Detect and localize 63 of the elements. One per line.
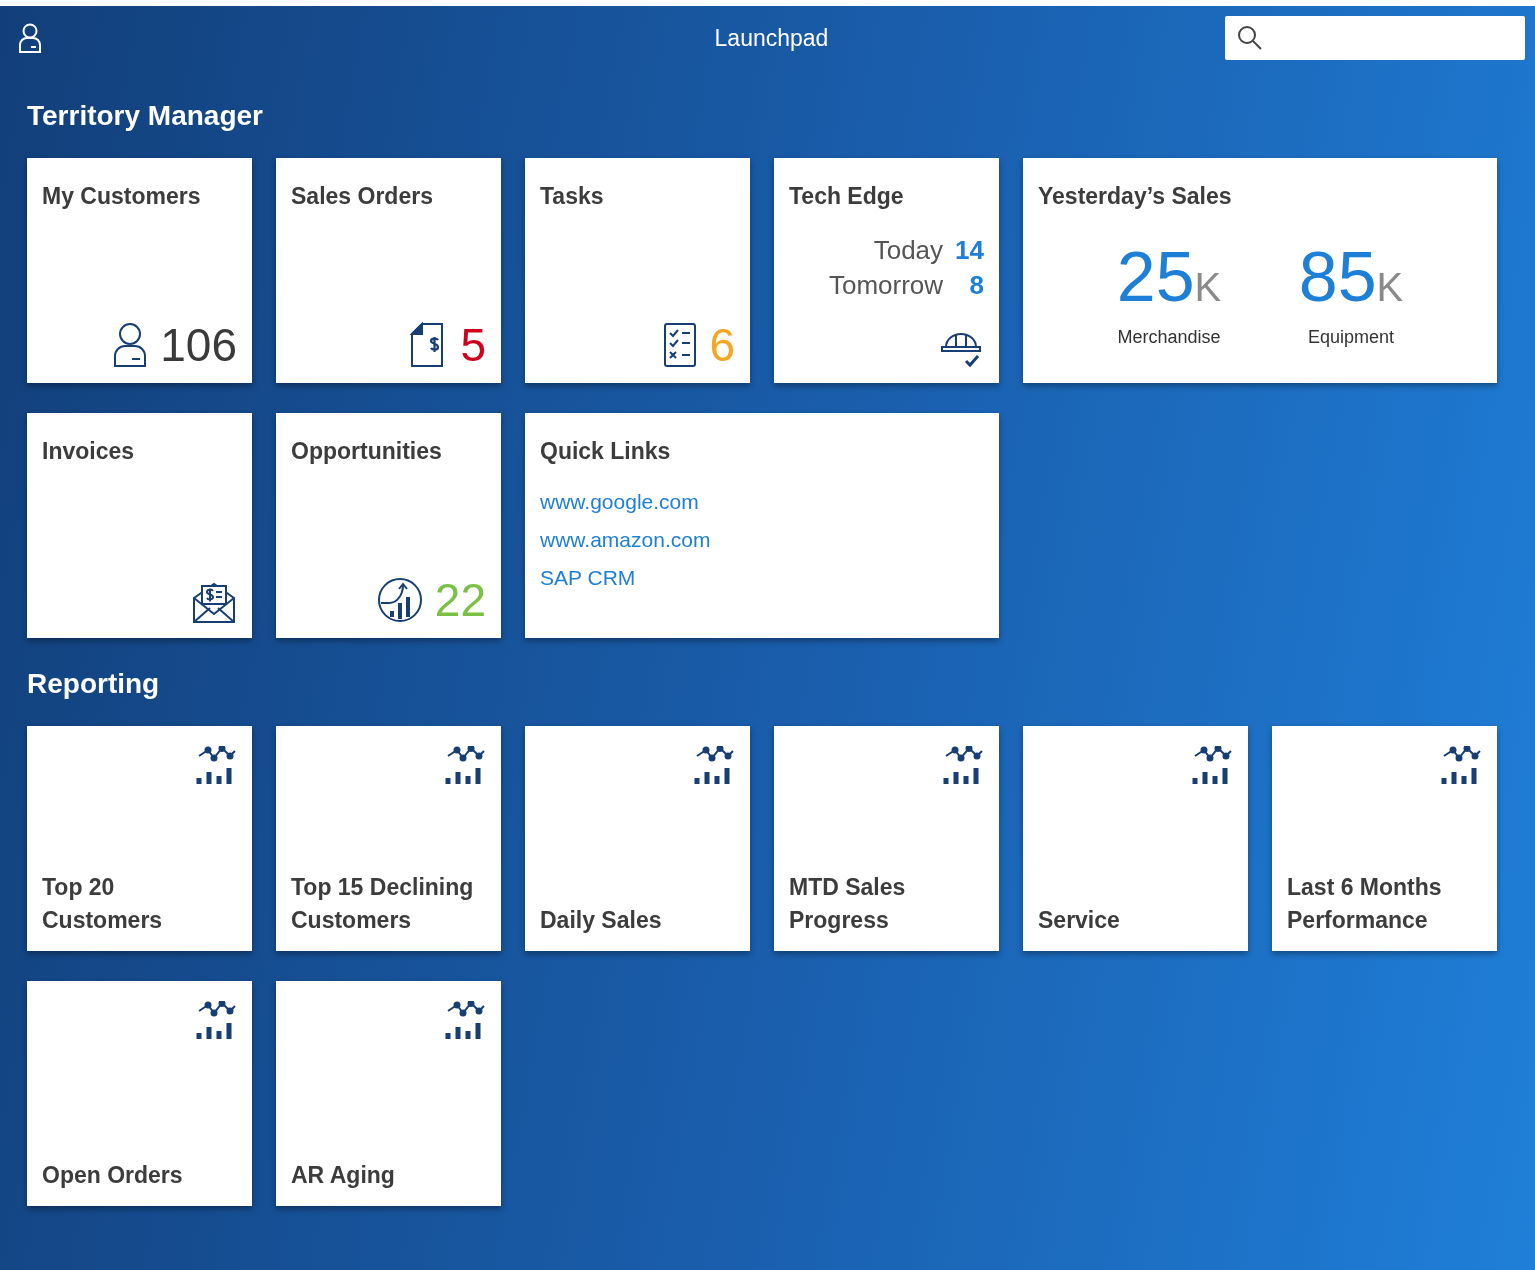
report-chart-icon (1191, 746, 1233, 786)
search-icon (1237, 25, 1263, 51)
schedule-label: Today (872, 235, 944, 266)
tile-title: Top 15 Declining Customers (291, 873, 475, 935)
user-icon[interactable] (18, 23, 42, 53)
tile[interactable]: Tasks 6 (525, 158, 750, 383)
quick-link[interactable]: www.google.com (540, 490, 699, 514)
report-chart-icon (195, 746, 237, 786)
report-tile[interactable]: MTD Sales Progress (774, 726, 999, 951)
tile-title: AR Aging (291, 1161, 396, 1190)
person-icon (112, 322, 149, 368)
tile-title: Tasks (540, 182, 605, 211)
figure-label: Equipment (1307, 327, 1395, 348)
section-title: Territory Manager (27, 99, 264, 133)
report-tile[interactable]: Top 20 Customers (27, 726, 252, 951)
figure-label: Merchandise (1117, 327, 1221, 348)
report-chart-icon (942, 746, 984, 786)
count-value: 106 (160, 321, 237, 369)
tile-title: My Customers (42, 182, 202, 211)
report-tile[interactable]: Service (1023, 726, 1248, 951)
count-value: 5 (460, 321, 486, 369)
checklist-icon (663, 322, 698, 368)
report-tile[interactable]: Daily Sales (525, 726, 750, 951)
section-title: Reporting (27, 667, 161, 701)
tile-title: Opportunities (291, 437, 443, 466)
report-chart-icon (444, 746, 486, 786)
count-value: 6 (709, 321, 735, 369)
report-chart-icon (1440, 746, 1482, 786)
tile[interactable]: Sales Orders 5 (276, 158, 501, 383)
growth-chart-icon (376, 577, 423, 623)
schedule-count: 14 (955, 235, 984, 266)
report-chart-icon (195, 1001, 237, 1041)
sales-figure: 25K (1116, 241, 1222, 318)
tile-title: Top 20 Customers (42, 873, 164, 935)
quick-link[interactable]: SAP CRM (540, 566, 636, 590)
tile-title: Daily Sales (540, 906, 663, 935)
sales-figure: 85K (1298, 241, 1404, 318)
report-tile[interactable]: Top 15 Declining Customers (276, 726, 501, 951)
tile-title: MTD Sales Progress (789, 873, 907, 935)
tile[interactable]: Yesterday’s Sales 25K Merchandise 85K Equipment (1023, 158, 1497, 383)
tile-title: Service (1038, 906, 1121, 935)
tile-title: Sales Orders (291, 182, 434, 211)
tile-title: Last 6 Months Performance (1287, 873, 1443, 935)
schedule-label: Tomorrow (828, 270, 944, 301)
report-chart-icon (693, 746, 735, 786)
report-tile[interactable]: Last 6 Months Performance (1272, 726, 1497, 951)
tile-title: Open Orders (42, 1161, 184, 1190)
tile[interactable]: Invoices (27, 413, 252, 638)
tile-title: Tech Edge (789, 182, 905, 211)
schedule-count: 8 (968, 270, 984, 301)
count-value: 22 (434, 576, 486, 624)
tile-title: Yesterday’s Sales (1038, 182, 1233, 211)
tile-title: Quick Links (540, 437, 672, 466)
report-chart-icon (444, 1001, 486, 1041)
report-tile[interactable]: AR Aging (276, 981, 501, 1206)
search-field[interactable] (1225, 16, 1525, 60)
tile-title: Invoices (42, 437, 136, 466)
tile[interactable]: My Customers 106 (27, 158, 252, 383)
quick-link[interactable]: www.amazon.com (540, 528, 711, 552)
tile[interactable]: Opportunities 22 (276, 413, 501, 638)
report-tile[interactable]: Open Orders (27, 981, 252, 1206)
page-title: Launchpad (714, 24, 829, 52)
tile[interactable]: Tech Edge Today 14 Tomorrow 8 (774, 158, 999, 383)
